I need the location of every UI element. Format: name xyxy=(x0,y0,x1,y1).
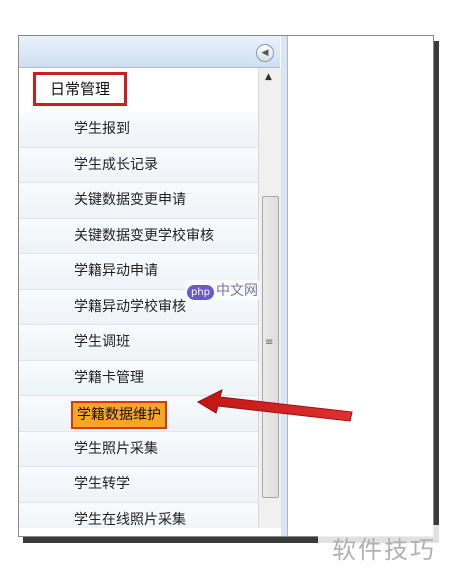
watermark-corner: 软件技巧 xyxy=(318,525,450,575)
nav-item[interactable]: 关键数据变更学校审核 xyxy=(19,218,258,254)
nav-item[interactable]: 学生转学 xyxy=(19,467,258,503)
nav-item-label: 学生成长记录 xyxy=(74,156,158,173)
nav-item-label: 学籍数据维护 xyxy=(71,401,167,429)
nav-list: 学生报到 学生成长记录 关键数据变更申请 关键数据变更学校审核 学籍异动申请 学… xyxy=(19,112,258,528)
nav-item[interactable]: 学生在线照片采集 xyxy=(19,502,258,528)
watermark-site: php 中文网 xyxy=(185,280,261,300)
nav-item-label: 学生照片采集 xyxy=(74,440,158,457)
group-title[interactable]: 日常管理 xyxy=(33,72,127,106)
watermark-site-text: 中文网 xyxy=(216,283,259,299)
collapse-left-icon[interactable]: ◀ xyxy=(256,44,274,62)
group-header[interactable]: 日常管理 xyxy=(19,68,258,112)
nav-item-label: 学籍异动申请 xyxy=(74,263,158,279)
splitter-bar[interactable] xyxy=(281,36,288,536)
nav-item-label: 学籍卡管理 xyxy=(74,369,144,386)
watermark-badge: php xyxy=(187,285,215,300)
nav-item-label: 关键数据变更申请 xyxy=(74,192,186,208)
nav-item[interactable]: 学生照片采集 xyxy=(19,431,258,467)
vertical-scrollbar[interactable]: ▲ ≡ xyxy=(258,68,281,528)
nav-item[interactable]: 学籍卡管理 xyxy=(19,360,258,396)
nav-item[interactable]: 学生调班 xyxy=(19,325,258,361)
nav-item-label: 学生在线照片采集 xyxy=(74,511,186,528)
nav-item[interactable]: 关键数据变更申请 xyxy=(19,183,258,219)
nav-item[interactable]: 学生成长记录 xyxy=(19,147,258,183)
scrollbar-thumb[interactable]: ≡ xyxy=(262,196,279,498)
nav-item-label: 学生报到 xyxy=(74,121,130,137)
nav-item[interactable]: 学生报到 xyxy=(19,112,258,148)
nav-item-selected[interactable]: 学籍数据维护 xyxy=(19,396,258,432)
nav-item-label: 关键数据变更学校审核 xyxy=(74,227,214,244)
scroll-grip-icon: ≡ xyxy=(265,337,274,348)
scroll-up-arrow-icon[interactable]: ▲ xyxy=(265,72,272,82)
nav-item-label: 学籍异动学校审核 xyxy=(74,298,186,315)
nav-item-label: 学生转学 xyxy=(74,476,130,492)
panel-header: ◀ xyxy=(19,36,280,68)
nav-item-label: 学生调班 xyxy=(74,334,130,350)
